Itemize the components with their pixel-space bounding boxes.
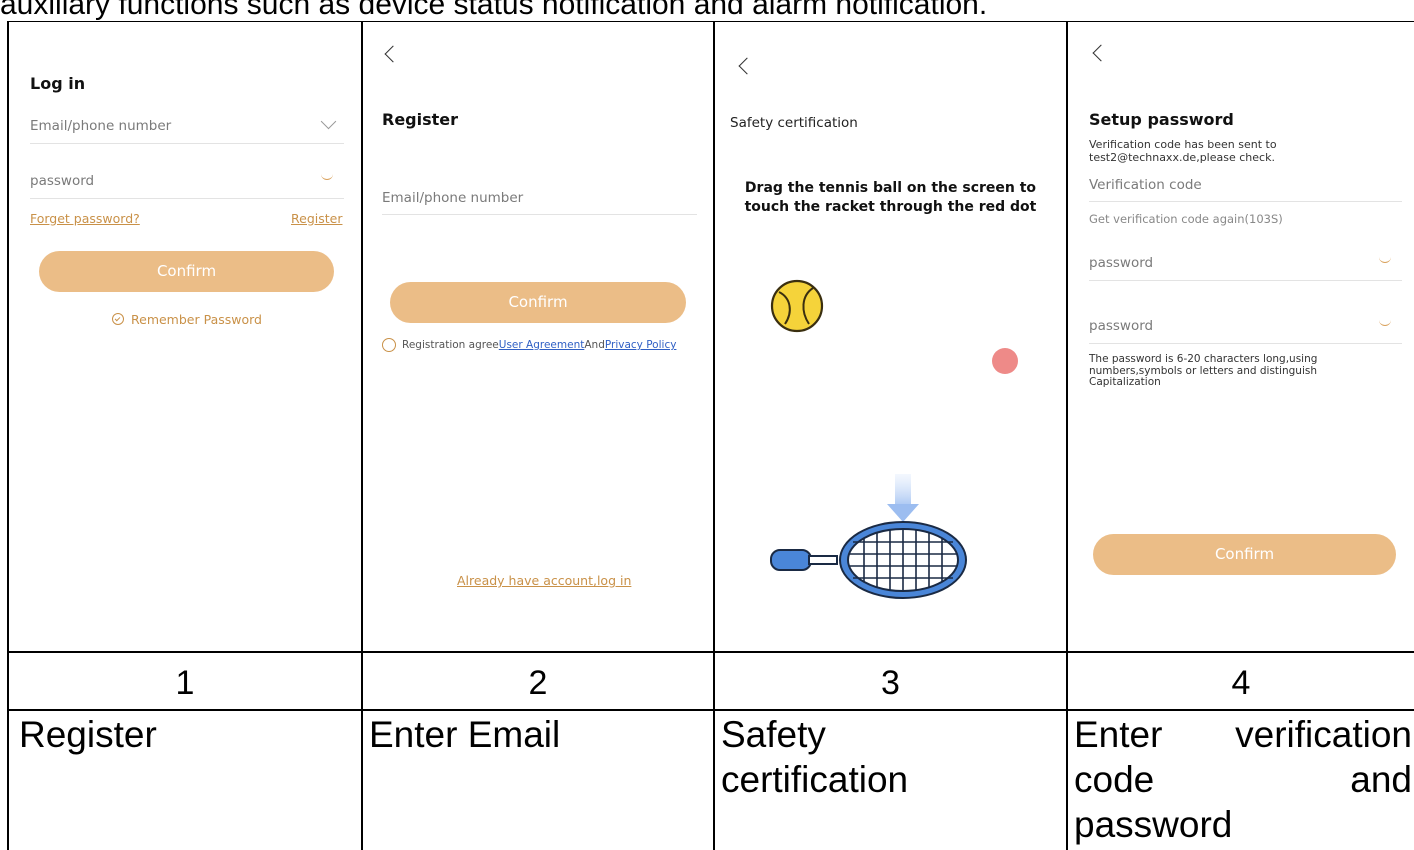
step-caption: Safety certification (721, 714, 909, 800)
forget-password-link[interactable]: Forget password? (30, 211, 140, 226)
privacy-policy-link[interactable]: Privacy Policy (605, 339, 677, 351)
password-field[interactable]: password (30, 173, 94, 189)
agree-checkbox[interactable] (382, 338, 396, 352)
register-screen: Register Email/phone number Confirm Regi… (363, 22, 713, 650)
divider (30, 198, 344, 199)
and-text: And (584, 339, 605, 351)
eye-closed-icon[interactable] (1379, 320, 1391, 326)
user-agreement-link[interactable]: User Agreement (499, 339, 585, 351)
page-title: Log in (30, 74, 86, 93)
confirm-password-field[interactable]: password (1089, 318, 1153, 334)
back-arrow-icon[interactable] (738, 57, 756, 75)
divider (30, 143, 344, 144)
confirm-button[interactable]: Confirm (39, 251, 334, 292)
step-number: 2 (528, 664, 548, 702)
grid-line (7, 709, 1414, 711)
step-caption: Register (19, 714, 157, 755)
remember-password-toggle[interactable]: Remember Password (112, 310, 262, 328)
top-caption: auxiliary functions such as device statu… (0, 0, 988, 20)
login-link[interactable]: Already have account,log in (457, 573, 631, 588)
password-field[interactable]: password (1089, 255, 1153, 271)
instruction-text: Drag the tennis ball on the screen to to… (744, 180, 1037, 215)
login-screen: Log in Email/phone number password Forge… (9, 22, 361, 650)
page-title: Register (382, 110, 459, 129)
chevron-down-icon[interactable] (320, 113, 337, 130)
page-title: Safety certification (730, 115, 858, 131)
step-caption: Enter Email (369, 714, 561, 755)
divider (1089, 280, 1402, 281)
tennis-ball-icon[interactable] (769, 278, 825, 334)
confirm-button[interactable]: Confirm (390, 282, 686, 323)
step-number: 4 (1231, 664, 1251, 702)
setup-password-screen: Setup password Verification code has bee… (1068, 22, 1414, 650)
agree-prefix: Registration agree (402, 339, 499, 351)
check-circle-icon (112, 313, 124, 325)
racket-icon (770, 474, 967, 599)
step-caption: Enter verification code and password (1074, 714, 1412, 845)
grid-line (7, 651, 1414, 653)
divider (382, 214, 697, 215)
remember-password-label: Remember Password (131, 311, 262, 327)
email-field[interactable]: Email/phone number (382, 190, 523, 206)
verification-code-field[interactable]: Verification code (1089, 177, 1202, 193)
password-rule-text: The password is 6-20 characters long,usi… (1089, 353, 1318, 388)
eye-closed-icon[interactable] (321, 174, 333, 180)
back-arrow-icon[interactable] (384, 45, 402, 63)
target-red-dot (992, 348, 1018, 374)
agreement-row: Registration agreeUser AgreementAndPriva… (382, 338, 676, 352)
step-number: 1 (175, 664, 195, 702)
confirm-button[interactable]: Confirm (1093, 534, 1396, 575)
safety-screen: Safety certification Drag the tennis bal… (715, 22, 1066, 650)
email-field[interactable]: Email/phone number (30, 118, 171, 134)
divider (1089, 343, 1402, 344)
back-arrow-icon[interactable] (1092, 44, 1110, 62)
register-link[interactable]: Register (291, 211, 342, 226)
eye-closed-icon[interactable] (1379, 257, 1391, 263)
divider (1089, 201, 1402, 202)
step-number: 3 (881, 664, 900, 702)
page-title: Setup password (1089, 110, 1234, 129)
resend-code-text[interactable]: Get verification code again(103S) (1089, 212, 1283, 226)
code-sent-text: Verification code has been sent to test2… (1089, 138, 1277, 164)
